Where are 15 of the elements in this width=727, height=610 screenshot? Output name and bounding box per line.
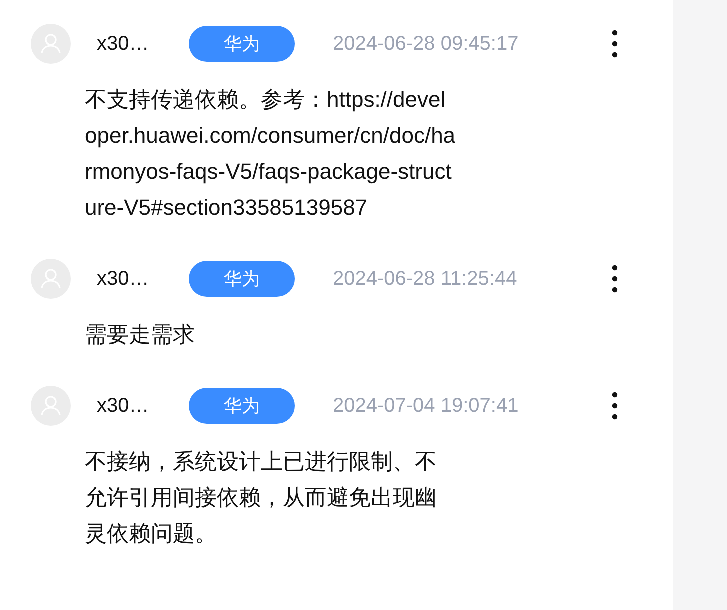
- more-icon[interactable]: [611, 29, 619, 59]
- author-name: x30…: [97, 32, 150, 56]
- role-badge: 华为: [189, 26, 295, 62]
- comment-time: 2024-06-28 11:25:44: [333, 268, 518, 290]
- comment-text: 需要走需求: [85, 321, 196, 349]
- more-icon[interactable]: [611, 264, 619, 294]
- author-name: x30…: [97, 268, 150, 290]
- role-badge: 华为: [189, 261, 295, 297]
- comment-time: 2024-06-28 09:45:17: [333, 32, 520, 56]
- role-badge: 华为: [189, 388, 295, 424]
- author-name: x30…: [97, 394, 150, 418]
- comment-text: 不支持传递依赖。参考：https://developer.huawei.com/consumer/cn/doc/harmonyos-faqs-V5/faqs-package-structure-V5#section33585139587: [85, 86, 457, 222]
- comment-text: 不接纳，系统设计上已进行限制、不允许引用间接依赖，从而避免出现幽灵依赖问题。: [85, 448, 438, 548]
- more-icon[interactable]: [611, 391, 619, 421]
- comment-time: 2024-07-04 19:07:41: [333, 394, 520, 418]
